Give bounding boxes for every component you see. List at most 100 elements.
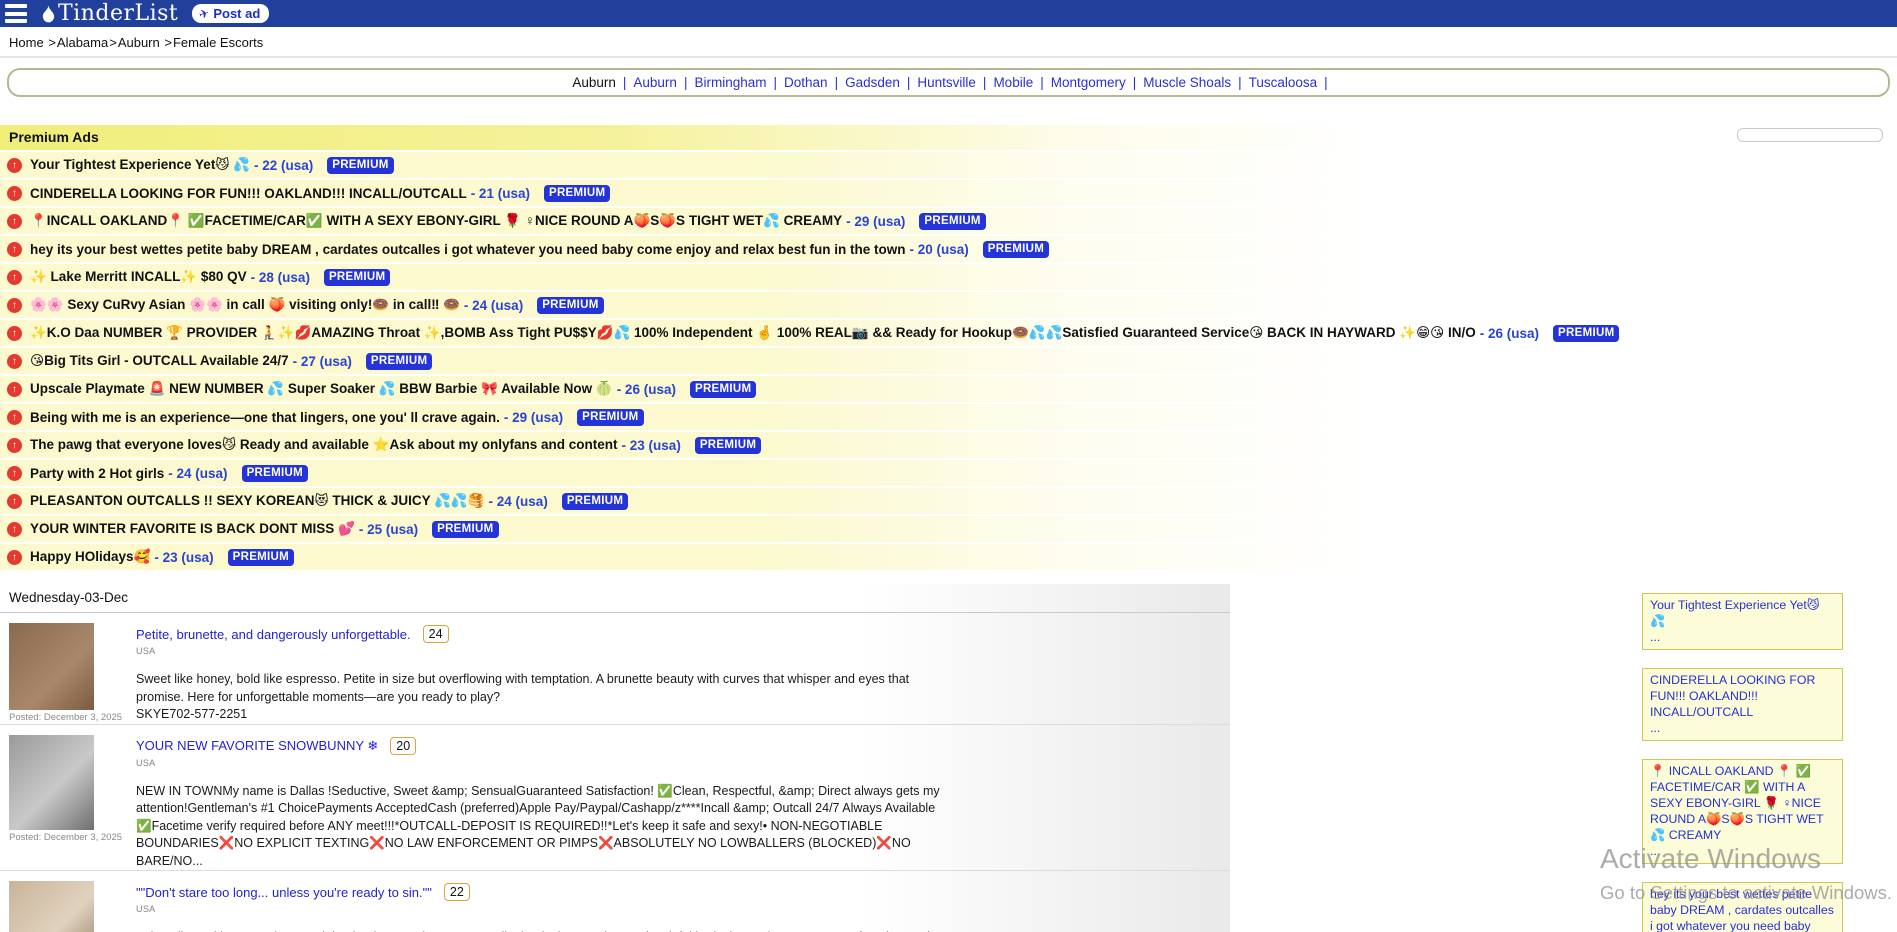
posted-date: Posted: December 3, 2025 [9, 712, 122, 723]
city-link-muscle-shoals[interactable]: Muscle Shoals [1143, 75, 1231, 90]
premium-ad-meta: - 27 (usa) [293, 354, 352, 369]
premium-ad-meta: - 23 (usa) [622, 438, 681, 453]
sidebar-ad-box[interactable]: Your Tightest Experience Yet😼 💦 ... [1642, 593, 1843, 650]
up-arrow-icon: ↑ [7, 298, 22, 313]
premium-ad-row[interactable]: ↑ Happy HOlidays🥰 - 23 (usa) PREMIUM [0, 544, 1367, 570]
sidebar-ad-ellipsis: ... [1650, 721, 1835, 737]
premium-ad-title[interactable]: ✨ Lake Merritt INCALL✨ $80 QV [30, 269, 247, 285]
premium-ad-title[interactable]: Your Tightest Experience Yet😼 💦 [30, 157, 250, 173]
premium-ad-title[interactable]: The pawg that everyone loves😼 Ready and … [30, 437, 618, 453]
premium-ad-title[interactable]: YOUR WINTER FAVORITE IS BACK DONT MISS 💕 [30, 521, 355, 537]
premium-ad-row[interactable]: ↑ YOUR WINTER FAVORITE IS BACK DONT MISS… [0, 516, 1367, 542]
premium-ad-title[interactable]: hey its your best wettes petite baby DRE… [30, 242, 905, 257]
city-link-auburn[interactable]: Auburn [633, 75, 677, 90]
top-right-input[interactable] [1737, 128, 1883, 142]
listing-content: ""Don't stare too long... unless you're … [136, 881, 948, 932]
up-arrow-icon: ↑ [7, 466, 22, 481]
premium-ad-title[interactable]: PLEASANTON OUTCALLS !! SEXY KOREAN😻 THIC… [30, 493, 485, 509]
listing-content: YOUR NEW FAVORITE SNOWBUNNY ❄ 20 USA NEW… [136, 735, 948, 871]
premium-ad-row[interactable]: ↑ 🌸🌸 Sexy CuRvy Asian 🌸🌸 in call 🍑 visit… [0, 292, 1367, 318]
premium-ad-row[interactable]: ↑ Being with me is an experience—one tha… [0, 404, 1367, 430]
age-badge: 22 [444, 883, 470, 901]
date-header: Wednesday-03-Dec [0, 584, 1230, 613]
premium-ad-meta: - 22 (usa) [254, 158, 313, 173]
premium-ad-title[interactable]: Being with me is an experience—one that … [30, 410, 500, 425]
premium-ad-title[interactable]: 📍INCALL OAKLAND📍 ✅FACETIME/CAR✅ WITH A S… [30, 213, 842, 229]
up-arrow-icon: ↑ [7, 270, 22, 285]
up-arrow-icon: ↑ [7, 186, 22, 201]
premium-badge: PREMIUM [537, 297, 603, 314]
premium-badge: PREMIUM [983, 241, 1049, 258]
premium-ad-title[interactable]: ✨K.O Daa NUMBER 🏆 PROVIDER 🧎✨💋AMAZING Th… [30, 325, 1476, 341]
listing-thumbnail[interactable] [9, 735, 94, 830]
breadcrumb: Home >Alabama>Auburn >Female Escorts [0, 27, 1897, 58]
premium-ad-row[interactable]: ↑ PLEASANTON OUTCALLS !! SEXY KOREAN😻 TH… [0, 488, 1367, 514]
premium-ad-row[interactable]: ↑ The pawg that everyone loves😼 Ready an… [0, 432, 1367, 458]
premium-ad-meta: - 20 (usa) [909, 242, 968, 257]
post-ad-button[interactable]: ✈ Post ad [192, 4, 269, 23]
hamburger-menu-icon[interactable] [5, 4, 27, 23]
breadcrumb-auburn[interactable]: Auburn [118, 35, 160, 50]
premium-ad-row[interactable]: ↑ Upscale Playmate 🚨 NEW NUMBER 💦 Super … [0, 376, 1367, 402]
premium-ad-title[interactable]: CINDERELLA LOOKING FOR FUN!!! OAKLAND!!!… [30, 186, 467, 201]
listing-description: Sweet like honey, bold like espresso. Pe… [136, 671, 948, 706]
city-nav-box: Auburn | Auburn | Birmingham | Dothan | … [7, 68, 1890, 97]
city-link-tuscaloosa[interactable]: Tuscaloosa [1249, 75, 1318, 90]
listing-thumbnail[interactable] [9, 881, 94, 932]
city-separator: | [907, 75, 911, 90]
listing-item: Posted: December 3, 2025 Petite, brunett… [0, 613, 1230, 725]
brand-logo[interactable]: TinderList [41, 1, 178, 26]
sidebar-premium-ads: Your Tightest Experience Yet😼 💦 ... CIND… [1642, 593, 1843, 932]
city-link-gadsden[interactable]: Gadsden [845, 75, 900, 90]
listing-title-link[interactable]: YOUR NEW FAVORITE SNOWBUNNY ❄ [136, 738, 378, 754]
age-badge: 20 [390, 737, 416, 755]
premium-ad-meta: - 21 (usa) [471, 186, 530, 201]
listing-title-link[interactable]: Petite, brunette, and dangerously unforg… [136, 627, 411, 642]
sidebar-ad-text[interactable]: hey its your best wettes petite baby DRE… [1650, 887, 1834, 932]
premium-ad-title[interactable]: Happy HOlidays🥰 [30, 549, 150, 565]
sidebar-ad-box[interactable]: hey its your best wettes petite baby DRE… [1642, 882, 1843, 932]
sidebar-ad-text[interactable]: CINDERELLA LOOKING FOR FUN!!! OAKLAND!!!… [1650, 673, 1815, 719]
premium-ad-row[interactable]: ↑ CINDERELLA LOOKING FOR FUN!!! OAKLAND!… [0, 180, 1367, 206]
premium-ad-title[interactable]: Party with 2 Hot girls [30, 466, 164, 481]
paper-plane-icon: ✈ [197, 5, 211, 21]
premium-badge: PREMIUM [327, 157, 393, 174]
premium-badge: PREMIUM [695, 437, 761, 454]
premium-ad-row[interactable]: ↑ ✨K.O Daa NUMBER 🏆 PROVIDER 🧎✨💋AMAZING … [0, 320, 1367, 346]
premium-badge: PREMIUM [919, 213, 985, 230]
breadcrumb-home[interactable]: Home [9, 35, 44, 50]
sidebar-ad-box[interactable]: 📍 INCALL OAKLAND 📍 ✅ FACETIME/CAR ✅ WITH… [1642, 759, 1843, 864]
premium-ad-meta: - 29 (usa) [504, 410, 563, 425]
premium-ad-title[interactable]: Upscale Playmate 🚨 NEW NUMBER 💦 Super So… [30, 381, 613, 397]
premium-ad-row[interactable]: ↑ Party with 2 Hot girls - 24 (usa) PREM… [0, 460, 1367, 486]
premium-ad-row[interactable]: ↑ 📍INCALL OAKLAND📍 ✅FACETIME/CAR✅ WITH A… [0, 208, 1367, 234]
premium-badge: PREMIUM [577, 409, 643, 426]
sidebar-ad-text[interactable]: 📍 INCALL OAKLAND 📍 ✅ FACETIME/CAR ✅ WITH… [1650, 764, 1824, 842]
sidebar-ad-box[interactable]: CINDERELLA LOOKING FOR FUN!!! OAKLAND!!!… [1642, 668, 1843, 741]
listing-thumbnail[interactable] [9, 623, 94, 710]
city-link-montgomery[interactable]: Montgomery [1051, 75, 1126, 90]
premium-ad-row[interactable]: ↑ hey its your best wettes petite baby D… [0, 236, 1367, 262]
city-separator: | [983, 75, 987, 90]
sidebar-ad-text[interactable]: Your Tightest Experience Yet😼 💦 [1650, 598, 1820, 628]
sidebar-ad-ellipsis: ... [1650, 630, 1835, 646]
city-separator: | [1040, 75, 1044, 90]
listings-section: Wednesday-03-Dec Posted: December 3, 202… [0, 584, 1230, 932]
city-separator: | [774, 75, 778, 90]
city-link-birmingham[interactable]: Birmingham [694, 75, 766, 90]
breadcrumb-current-page: Female Escorts [173, 35, 263, 50]
city-link-mobile[interactable]: Mobile [993, 75, 1033, 90]
premium-ad-row[interactable]: ↑ ✨ Lake Merritt INCALL✨ $80 QV - 28 (us… [0, 264, 1367, 290]
listing-item: Posted: December 3, 2025 YOUR NEW FAVORI… [0, 725, 1230, 872]
premium-ad-row[interactable]: ↑ 😘Big Tits Girl - OUTCALL Available 24/… [0, 348, 1367, 374]
breadcrumb-separator: > [48, 35, 56, 50]
city-link-huntsville[interactable]: Huntsville [917, 75, 976, 90]
city-link-dothan[interactable]: Dothan [784, 75, 828, 90]
premium-ad-row[interactable]: ↑ Your Tightest Experience Yet😼 💦 - 22 (… [0, 152, 1367, 178]
listing-title-link[interactable]: ""Don't stare too long... unless you're … [136, 885, 432, 900]
premium-badge: PREMIUM [366, 353, 432, 370]
breadcrumb-alabama[interactable]: Alabama [57, 35, 108, 50]
top-navbar: TinderList ✈ Post ad [0, 0, 1897, 27]
premium-ad-title[interactable]: 😘Big Tits Girl - OUTCALL Available 24/7 [30, 353, 289, 369]
premium-ad-title[interactable]: 🌸🌸 Sexy CuRvy Asian 🌸🌸 in call 🍑 visitin… [30, 297, 460, 313]
